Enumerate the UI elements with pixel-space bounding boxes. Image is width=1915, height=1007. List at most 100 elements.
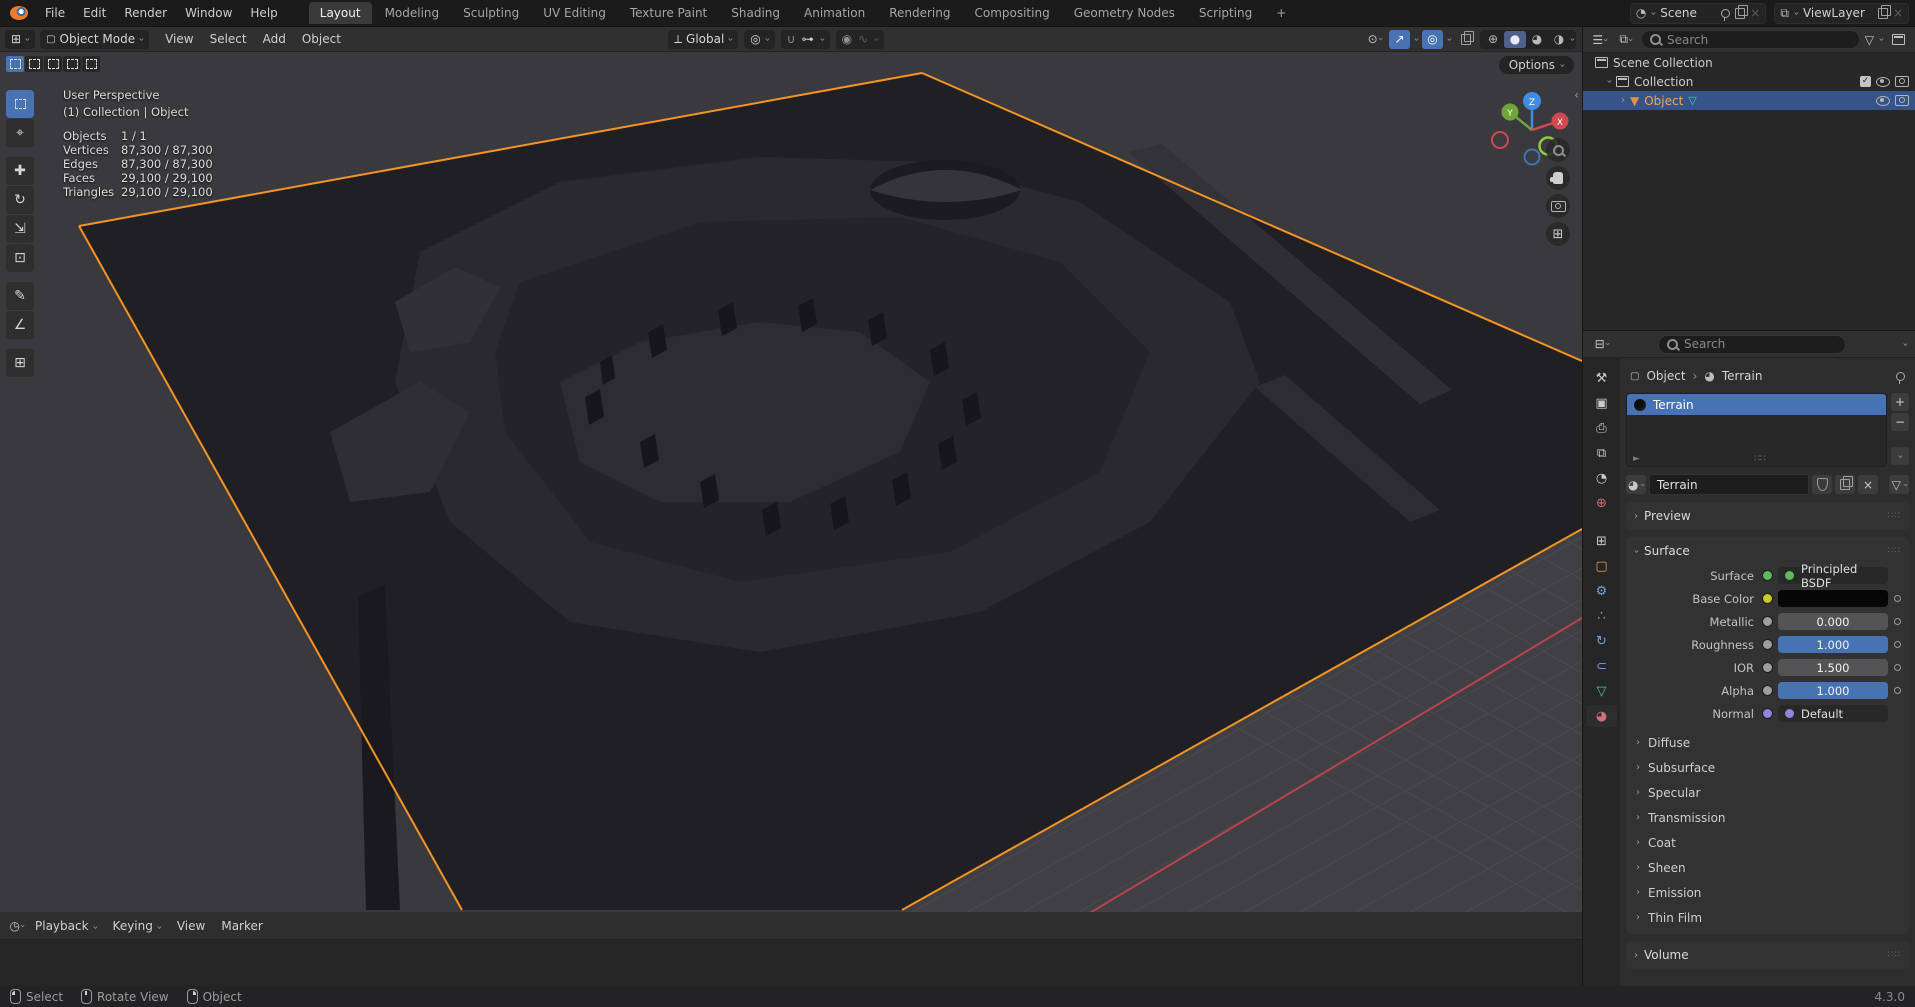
grip-icon[interactable]: ∷∷ <box>1754 454 1765 464</box>
subpanel-sheen[interactable]: ›Sheen <box>1626 855 1909 880</box>
expand-icon[interactable]: › <box>1636 787 1640 798</box>
timeline-menu-keying[interactable]: Keying› <box>105 919 169 933</box>
collapse-icon[interactable]: › <box>1631 549 1642 553</box>
workspace-tab--[interactable]: + <box>1265 2 1297 24</box>
workspace-tab-layout[interactable]: Layout <box>309 2 372 24</box>
properties-tab-render[interactable]: ▣ <box>1587 392 1617 414</box>
solid-shading-icon[interactable]: ● <box>1504 31 1526 48</box>
view-layer-selector[interactable]: ⧉ › ViewLayer × <box>1774 3 1909 24</box>
viewport-menu-view[interactable]: View <box>157 32 201 46</box>
expand-icon[interactable]: › <box>1636 837 1640 848</box>
properties-tab-output[interactable]: ⎙ <box>1587 417 1617 439</box>
hide-viewport-icon[interactable] <box>1876 77 1890 87</box>
options-button[interactable]: Options › <box>1499 56 1574 74</box>
subpanel-subsurface[interactable]: ›Subsurface <box>1626 755 1909 780</box>
menu-render[interactable]: Render <box>115 6 176 20</box>
collapse-region-icon[interactable]: ‹ <box>1574 88 1579 102</box>
overlays-toggle-icon[interactable]: ◎ <box>1422 30 1443 49</box>
breadcrumb-material[interactable]: Terrain <box>1722 369 1763 383</box>
properties-tab-modifiers[interactable]: ⚙ <box>1587 580 1617 602</box>
add-slot-button[interactable]: + <box>1891 393 1909 411</box>
snap-target-icon[interactable]: ⊶ <box>802 32 814 46</box>
display-mode-icon[interactable]: ⧉› <box>1615 30 1636 49</box>
workspace-tab-scripting[interactable]: Scripting <box>1188 2 1263 24</box>
base-color-field[interactable] <box>1778 590 1888 607</box>
tool-rotate[interactable]: ↻ <box>6 186 34 214</box>
animate-decorator-icon[interactable] <box>1894 641 1901 648</box>
timeline-menu-marker[interactable]: Marker <box>213 919 270 933</box>
metallic-field[interactable]: 0.000 <box>1778 613 1888 630</box>
properties-tab-object[interactable]: ▢ <box>1587 555 1617 577</box>
outliner-search[interactable]: Search <box>1641 30 1860 49</box>
workspace-tab-sculpting[interactable]: Sculpting <box>452 2 530 24</box>
breadcrumb-object[interactable]: Object <box>1646 369 1685 383</box>
magnet-icon[interactable]: ∪ <box>787 32 796 46</box>
animate-decorator-icon[interactable] <box>1894 595 1901 602</box>
filter-icon[interactable]: ▽ <box>1865 33 1874 47</box>
disable-render-icon[interactable] <box>1895 95 1909 106</box>
workspace-tab-geometry-nodes[interactable]: Geometry Nodes <box>1063 2 1186 24</box>
fake-user-button[interactable] <box>1812 475 1832 494</box>
viewport-menu-add[interactable]: Add <box>255 32 294 46</box>
expand-icon[interactable]: › <box>1604 80 1615 84</box>
properties-tab-world[interactable]: ⊕ <box>1587 492 1617 514</box>
viewport-3d[interactable]: Options › User Perspective (1) Collectio… <box>0 52 1582 912</box>
tool-measure[interactable]: ∠ <box>6 311 34 339</box>
pan-hand-button[interactable] <box>1546 166 1570 190</box>
proportional-edit-group[interactable]: ◉ ∿ › <box>836 30 885 49</box>
subpanel-emission[interactable]: ›Emission <box>1626 880 1909 905</box>
tool-cursor[interactable]: ⌖ <box>6 119 34 147</box>
outliner-editor-icon[interactable]: ☰› <box>1589 30 1610 49</box>
material-preview-icon[interactable]: ◕ <box>1526 31 1548 48</box>
material-slot-list[interactable]: Terrain ► ∷∷ <box>1626 393 1887 467</box>
tool-move[interactable]: ✚ <box>6 157 34 185</box>
pin-icon[interactable] <box>1721 9 1730 18</box>
grip-icon[interactable]: ∷∷ <box>1888 511 1901 521</box>
tool-transform[interactable]: ⊡ <box>6 244 34 272</box>
new-collection-icon[interactable] <box>1888 30 1909 49</box>
browse-material-button[interactable]: ◕› <box>1626 475 1646 494</box>
tool-select-box[interactable] <box>6 90 34 118</box>
menu-window[interactable]: Window <box>176 6 241 20</box>
chevron-down-icon[interactable]: › <box>1876 38 1887 42</box>
viewport-menu-object[interactable]: Object <box>294 32 349 46</box>
new-material-button[interactable] <box>1835 475 1855 494</box>
menu-help[interactable]: Help <box>241 6 286 20</box>
snapping-group[interactable]: ∪ ⊶ › <box>781 30 830 49</box>
expand-icon[interactable]: › <box>1636 737 1640 748</box>
gizmos-toggle-icon[interactable]: ↗ <box>1389 30 1410 49</box>
viewport-menu-select[interactable]: Select <box>202 32 255 46</box>
timeline-menu-view[interactable]: View <box>169 919 213 933</box>
workspace-tab-texture-paint[interactable]: Texture Paint <box>619 2 718 24</box>
menu-file[interactable]: File <box>36 6 74 20</box>
grip-icon[interactable]: ∷∷ <box>1888 950 1901 960</box>
tool-annotate[interactable]: ✎ <box>6 282 34 310</box>
proportional-edit-icon[interactable]: ◉ <box>842 32 852 46</box>
subpanel-diffuse[interactable]: ›Diffuse <box>1626 730 1909 755</box>
expand-icon[interactable]: › <box>1636 912 1640 923</box>
unlink-material-button[interactable]: × <box>1858 475 1878 494</box>
properties-tab-material[interactable]: ◕ <box>1587 705 1617 727</box>
material-name-field[interactable]: Terrain <box>1649 474 1809 495</box>
editor-type-button[interactable]: ⊞ › <box>5 30 35 49</box>
properties-editor-icon[interactable]: ⊟› <box>1591 335 1612 354</box>
outliner-row-collection[interactable]: › Collection ✓ <box>1583 72 1915 91</box>
outliner-row-scene-collection[interactable]: Scene Collection <box>1583 53 1915 72</box>
slot-specials-button[interactable]: › <box>1891 447 1909 465</box>
expand-icon[interactable]: › <box>1636 862 1640 873</box>
wireframe-shading-icon[interactable]: ⊕ <box>1482 31 1504 48</box>
scene-selector[interactable]: ◔ › Scene × <box>1630 3 1767 24</box>
node-tree-button[interactable]: ▽› <box>1889 475 1909 494</box>
remove-slot-button[interactable]: − <box>1891 413 1909 431</box>
animate-decorator-icon[interactable] <box>1894 664 1901 671</box>
disable-render-icon[interactable] <box>1895 76 1909 87</box>
expand-icon[interactable]: › <box>1636 812 1640 823</box>
volume-panel[interactable]: › Volume ∷∷ <box>1626 941 1909 969</box>
preview-panel[interactable]: › Preview ∷∷ <box>1626 502 1909 530</box>
outliner-row-object[interactable]: › ▼ Object ▽ <box>1583 91 1915 110</box>
workspace-tab-modeling[interactable]: Modeling <box>374 2 451 24</box>
roughness-field[interactable]: 1.000 <box>1778 636 1888 653</box>
subpanel-specular[interactable]: ›Specular <box>1626 780 1909 805</box>
chevron-down-icon[interactable]: › <box>1567 37 1578 41</box>
workspace-tab-compositing[interactable]: Compositing <box>963 2 1060 24</box>
